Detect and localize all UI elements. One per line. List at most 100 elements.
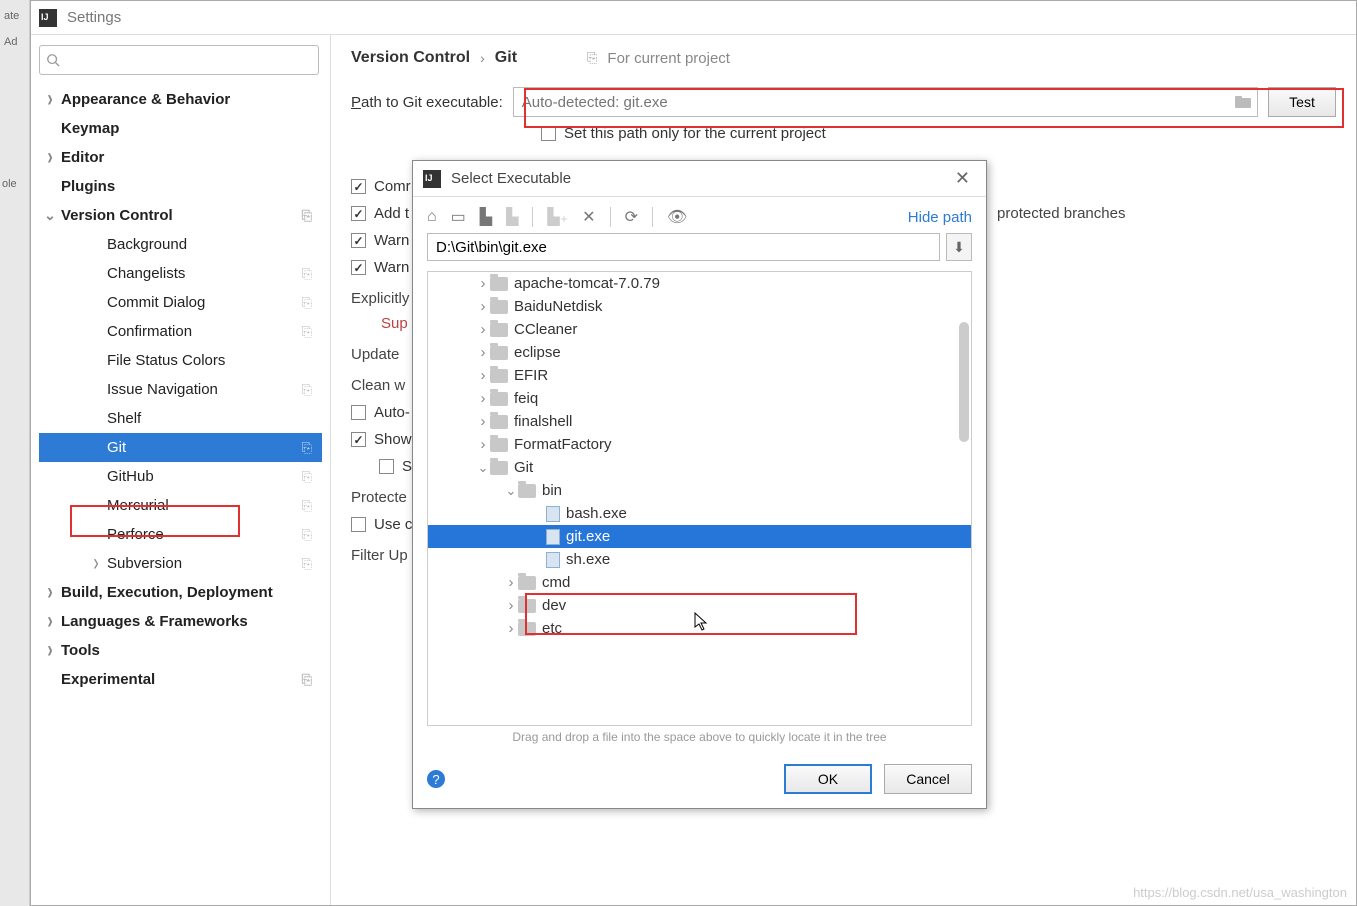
tree-arrow-icon	[43, 673, 57, 687]
path-dropdown-button[interactable]: ⬇	[946, 233, 972, 261]
checkbox[interactable]	[379, 459, 394, 474]
folder-git[interactable]: Git	[428, 456, 971, 479]
checkbox[interactable]	[351, 179, 366, 194]
delete-icon[interactable]: ✕	[582, 207, 595, 227]
breadcrumb-parent[interactable]: Version Control	[351, 49, 470, 67]
file-sh-exe[interactable]: sh.exe	[428, 548, 971, 571]
close-button[interactable]: ✕	[949, 168, 976, 189]
checkbox-label: Set this path only for the current proje…	[564, 125, 826, 142]
browse-button[interactable]	[1229, 88, 1257, 116]
sidebar-item-shelf[interactable]: Shelf	[39, 404, 322, 433]
new-folder-icon[interactable]: ▙₊	[547, 207, 568, 227]
checkbox[interactable]	[351, 405, 366, 420]
sidebar-item-label: Tools	[61, 642, 100, 659]
folder-icon	[518, 599, 536, 613]
checkbox[interactable]	[351, 260, 366, 275]
home-icon[interactable]: ⌂	[427, 208, 437, 226]
file-icon	[546, 552, 560, 568]
sidebar-item-issue-navigation[interactable]: Issue Navigation⎘	[39, 375, 322, 404]
path-input[interactable]	[427, 233, 940, 261]
sidebar-item-commit-dialog[interactable]: Commit Dialog⎘	[39, 288, 322, 317]
dialog-toolbar: ⌂ ▭ ▙ ▙ ▙₊ ✕ ⟳ 👁 Hide path	[413, 197, 986, 233]
settings-sidebar: Appearance & BehaviorKeymap Editor Plugins…	[31, 35, 331, 905]
sidebar-item-tools[interactable]: Tools	[39, 636, 322, 665]
show-hidden-icon[interactable]: 👁	[667, 207, 687, 227]
checkbox[interactable]	[351, 432, 366, 447]
project-icon[interactable]: ▙	[480, 207, 492, 227]
hide-path-link[interactable]: Hide path	[908, 209, 972, 226]
folder-apache-tomcat-7-0-79[interactable]: apache-tomcat-7.0.79	[428, 272, 971, 295]
folder-cmd[interactable]: cmd	[428, 571, 971, 594]
sidebar-item-changelists[interactable]: Changelists⎘	[39, 259, 322, 288]
folder-baidunetdisk[interactable]: BaiduNetdisk	[428, 295, 971, 318]
desktop-icon[interactable]: ▭	[451, 207, 466, 227]
sidebar-item-confirmation[interactable]: Confirmation⎘	[39, 317, 322, 346]
project-scope-icon: ⎘	[302, 382, 312, 398]
dialog-title: Select Executable	[451, 170, 949, 187]
sidebar-item-appearance-behavior[interactable]: Appearance & Behavior	[39, 85, 322, 114]
folder-bin[interactable]: bin	[428, 479, 971, 502]
search-icon	[46, 53, 60, 67]
ok-button[interactable]: OK	[784, 764, 872, 794]
test-button[interactable]: Test	[1268, 87, 1336, 117]
scrollbar[interactable]	[959, 322, 969, 442]
file-git-exe[interactable]: git.exe	[428, 525, 971, 548]
sidebar-item-background[interactable]: Background	[39, 230, 322, 259]
checkbox[interactable]	[351, 517, 366, 532]
folder-ccleaner[interactable]: CCleaner	[428, 318, 971, 341]
sidebar-item-label: Git	[107, 439, 126, 456]
sidebar-item-editor[interactable]: Editor	[39, 143, 322, 172]
git-path-input[interactable]	[514, 94, 1229, 111]
folder-formatfactory[interactable]: FormatFactory	[428, 433, 971, 456]
refresh-icon[interactable]: ⟳	[625, 207, 638, 227]
sidebar-item-mercurial[interactable]: Mercurial⎘	[39, 491, 322, 520]
folder-feiq[interactable]: feiq	[428, 387, 971, 410]
tree-arrow-icon	[476, 413, 490, 430]
sidebar-item-label: Experimental	[61, 671, 155, 688]
cancel-button[interactable]: Cancel	[884, 764, 972, 794]
sidebar-item-git[interactable]: Git⎘	[39, 433, 322, 462]
sidebar-item-experimental[interactable]: Experimental⎘	[39, 665, 322, 694]
sidebar-item-plugins[interactable]: Plugins	[39, 172, 322, 201]
tree-arrow-icon	[43, 93, 57, 107]
tree-item-label: EFIR	[514, 367, 548, 384]
sidebar-item-build-execution-deployment[interactable]: Build, Execution, Deployment	[39, 578, 322, 607]
tree-item-label: sh.exe	[566, 551, 610, 568]
checkbox[interactable]	[351, 206, 366, 221]
tree-item-label: BaiduNetdisk	[514, 298, 602, 315]
project-scope-icon: ⎘	[587, 50, 597, 66]
help-button[interactable]: ?	[427, 770, 445, 788]
tree-item-label: git.exe	[566, 528, 610, 545]
search-input[interactable]	[39, 45, 319, 75]
module-icon[interactable]: ▙	[506, 207, 518, 227]
tree-item-label: Git	[514, 459, 533, 476]
checkbox-path-only-project[interactable]	[541, 126, 556, 141]
sidebar-item-subversion[interactable]: Subversion⎘	[39, 549, 322, 578]
sidebar-item-label: Languages & Frameworks	[61, 613, 248, 630]
folder-eclipse[interactable]: eclipse	[428, 341, 971, 364]
checkbox[interactable]	[351, 233, 366, 248]
sidebar-item-label: Build, Execution, Deployment	[61, 584, 273, 601]
sidebar-item-label: Plugins	[61, 178, 115, 195]
file-tree[interactable]: apache-tomcat-7.0.79 BaiduNetdisk CCleaner…	[427, 271, 972, 726]
tree-arrow-icon	[504, 620, 518, 637]
file-bash-exe[interactable]: bash.exe	[428, 502, 971, 525]
file-icon	[546, 506, 560, 522]
folder-icon	[518, 576, 536, 590]
sidebar-item-github[interactable]: GitHub⎘	[39, 462, 322, 491]
tree-arrow-icon	[476, 460, 490, 476]
sidebar-item-keymap[interactable]: Keymap	[39, 114, 322, 143]
folder-finalshell[interactable]: finalshell	[428, 410, 971, 433]
folder-efir[interactable]: EFIR	[428, 364, 971, 387]
sidebar-item-perforce[interactable]: Perforce⎘	[39, 520, 322, 549]
tree-arrow-icon	[504, 597, 518, 614]
sidebar-item-file-status-colors[interactable]: File Status Colors	[39, 346, 322, 375]
title-bar: Settings	[31, 1, 1356, 35]
sidebar-item-label: Confirmation	[107, 323, 192, 340]
tree-arrow-icon	[43, 644, 57, 658]
sidebar-item-label: Editor	[61, 149, 104, 166]
folder-icon	[490, 300, 508, 314]
sidebar-item-version-control[interactable]: Version Control⎘	[39, 201, 322, 230]
sidebar-item-languages-frameworks[interactable]: Languages & Frameworks	[39, 607, 322, 636]
background-app: ate Ad ole	[0, 0, 30, 906]
